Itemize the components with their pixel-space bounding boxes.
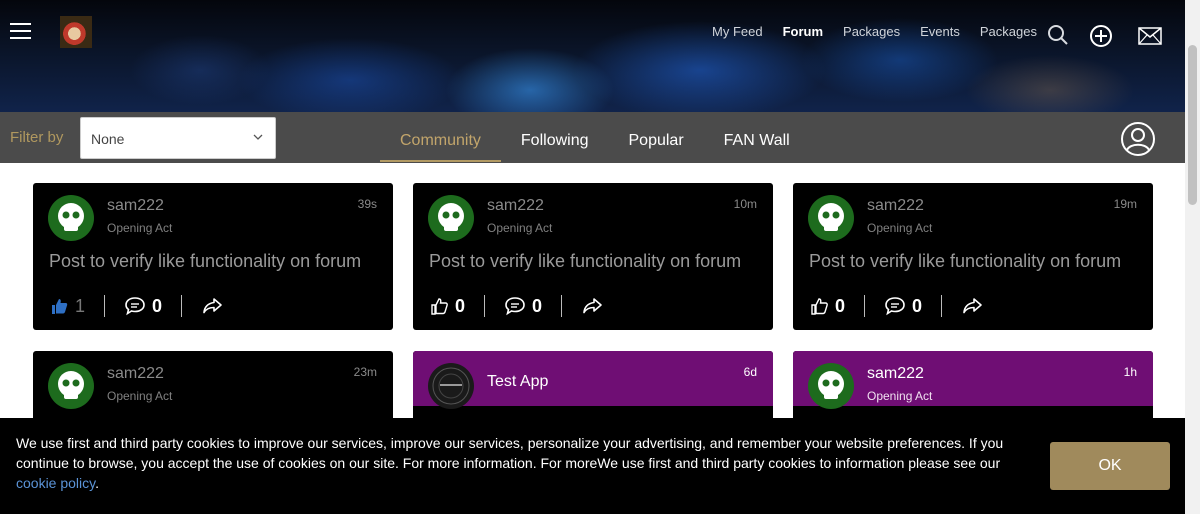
share-button[interactable]	[581, 296, 603, 316]
share-icon	[583, 298, 602, 314]
post-card[interactable]: sam222 Opening Act 10m Post to verify li…	[413, 183, 773, 330]
mail-icon[interactable]	[1138, 27, 1162, 45]
cookie-message: We use first and third party cookies to …	[16, 433, 1016, 493]
cookie-policy-link[interactable]: cookie policy	[16, 475, 95, 491]
divider	[181, 295, 183, 317]
search-icon[interactable]	[1047, 24, 1069, 46]
page-scrollbar[interactable]	[1185, 0, 1200, 514]
post-time: 19m	[1113, 197, 1137, 211]
menu-icon[interactable]	[10, 23, 31, 40]
comment-count: 0	[532, 295, 543, 316]
post-time: 1h	[1123, 365, 1137, 379]
band-avatar-icon	[428, 363, 474, 409]
thumbs-up-icon	[52, 299, 68, 314]
cookie-suffix: .	[95, 475, 100, 491]
comment-button[interactable]: 0	[124, 296, 162, 317]
post-author-role: Opening Act	[867, 221, 933, 235]
user-profile-icon[interactable]	[1120, 121, 1156, 157]
comment-icon	[505, 297, 525, 316]
cookie-ok-button[interactable]: OK	[1050, 442, 1170, 490]
skull-avatar-icon	[48, 195, 94, 241]
post-actions: 0 0	[809, 294, 983, 318]
tab-popular[interactable]: Popular	[609, 112, 704, 162]
post-body[interactable]: Post to verify like functionality on for…	[429, 251, 741, 272]
tab-community[interactable]: Community	[380, 112, 501, 162]
comment-icon	[125, 297, 145, 316]
post-author[interactable]: sam222	[487, 197, 544, 215]
like-count: 0	[455, 295, 466, 316]
header-banner: My Feed Forum Packages Events Packages	[0, 0, 1185, 112]
divider	[561, 295, 563, 317]
nav-events[interactable]: Events	[920, 24, 960, 39]
like-button[interactable]: 0	[429, 296, 465, 317]
divider	[484, 295, 486, 317]
post-time: 39s	[357, 197, 377, 211]
nav-packages[interactable]: Packages	[843, 24, 900, 39]
like-count: 1	[75, 295, 86, 316]
post-card[interactable]: sam222 Opening Act 39s Post to verify li…	[33, 183, 393, 330]
share-icon	[963, 298, 982, 314]
post-time: 23m	[353, 365, 377, 379]
scrollbar-thumb[interactable]	[1188, 45, 1197, 205]
post-actions: 1 0	[49, 294, 223, 318]
share-button[interactable]	[201, 296, 223, 316]
like-count: 0	[835, 295, 846, 316]
comment-count: 0	[152, 295, 163, 316]
post-author[interactable]: Test App	[487, 373, 548, 391]
chevron-down-icon	[253, 134, 263, 140]
post-author-role: Opening Act	[867, 389, 933, 403]
post-time: 6d	[743, 365, 757, 379]
post-author[interactable]: sam222	[867, 365, 924, 383]
nav-packages-2[interactable]: Packages	[980, 24, 1037, 39]
post-body[interactable]: Post to verify like functionality on for…	[809, 251, 1121, 272]
tab-following[interactable]: Following	[501, 112, 609, 162]
post-author[interactable]: sam222	[107, 365, 164, 383]
comment-icon	[885, 297, 905, 316]
filter-label: Filter by	[10, 129, 64, 146]
like-button[interactable]: 0	[809, 296, 845, 317]
share-icon	[203, 298, 222, 314]
app-logo[interactable]	[60, 16, 92, 48]
thumbs-up-icon	[811, 298, 828, 315]
skull-avatar-icon	[48, 363, 94, 409]
skull-avatar-icon	[808, 195, 854, 241]
share-button[interactable]	[961, 296, 983, 316]
nav-forum[interactable]: Forum	[783, 24, 823, 39]
divider	[104, 295, 106, 317]
skull-avatar-icon	[808, 363, 854, 409]
divider	[864, 295, 866, 317]
cookie-text: We use first and third party cookies to …	[16, 435, 1004, 471]
thumbs-up-icon	[431, 298, 448, 315]
like-button[interactable]: 1	[49, 296, 85, 317]
filter-selected-value: None	[91, 131, 125, 147]
cookie-banner: We use first and third party cookies to …	[0, 418, 1185, 514]
post-author-role: Opening Act	[107, 389, 173, 403]
top-nav: My Feed Forum Packages Events Packages	[712, 24, 1057, 39]
post-author[interactable]: sam222	[867, 197, 924, 215]
post-time: 10m	[733, 197, 757, 211]
comment-count: 0	[912, 295, 923, 316]
post-author-role: Opening Act	[107, 221, 173, 235]
add-icon[interactable]	[1089, 24, 1113, 48]
post-author[interactable]: sam222	[107, 197, 164, 215]
post-body[interactable]: Post to verify like functionality on for…	[49, 251, 361, 272]
feed-tabs: Community Following Popular FAN Wall	[380, 112, 810, 163]
nav-my-feed[interactable]: My Feed	[712, 24, 763, 39]
comment-button[interactable]: 0	[884, 296, 922, 317]
filter-select[interactable]: None	[80, 117, 276, 159]
post-actions: 0 0	[429, 294, 603, 318]
post-card[interactable]: sam222 Opening Act 19m Post to verify li…	[793, 183, 1153, 330]
comment-button[interactable]: 0	[504, 296, 542, 317]
divider	[941, 295, 943, 317]
tab-fan-wall[interactable]: FAN Wall	[704, 112, 810, 162]
skull-avatar-icon	[428, 195, 474, 241]
post-author-role: Opening Act	[487, 221, 553, 235]
